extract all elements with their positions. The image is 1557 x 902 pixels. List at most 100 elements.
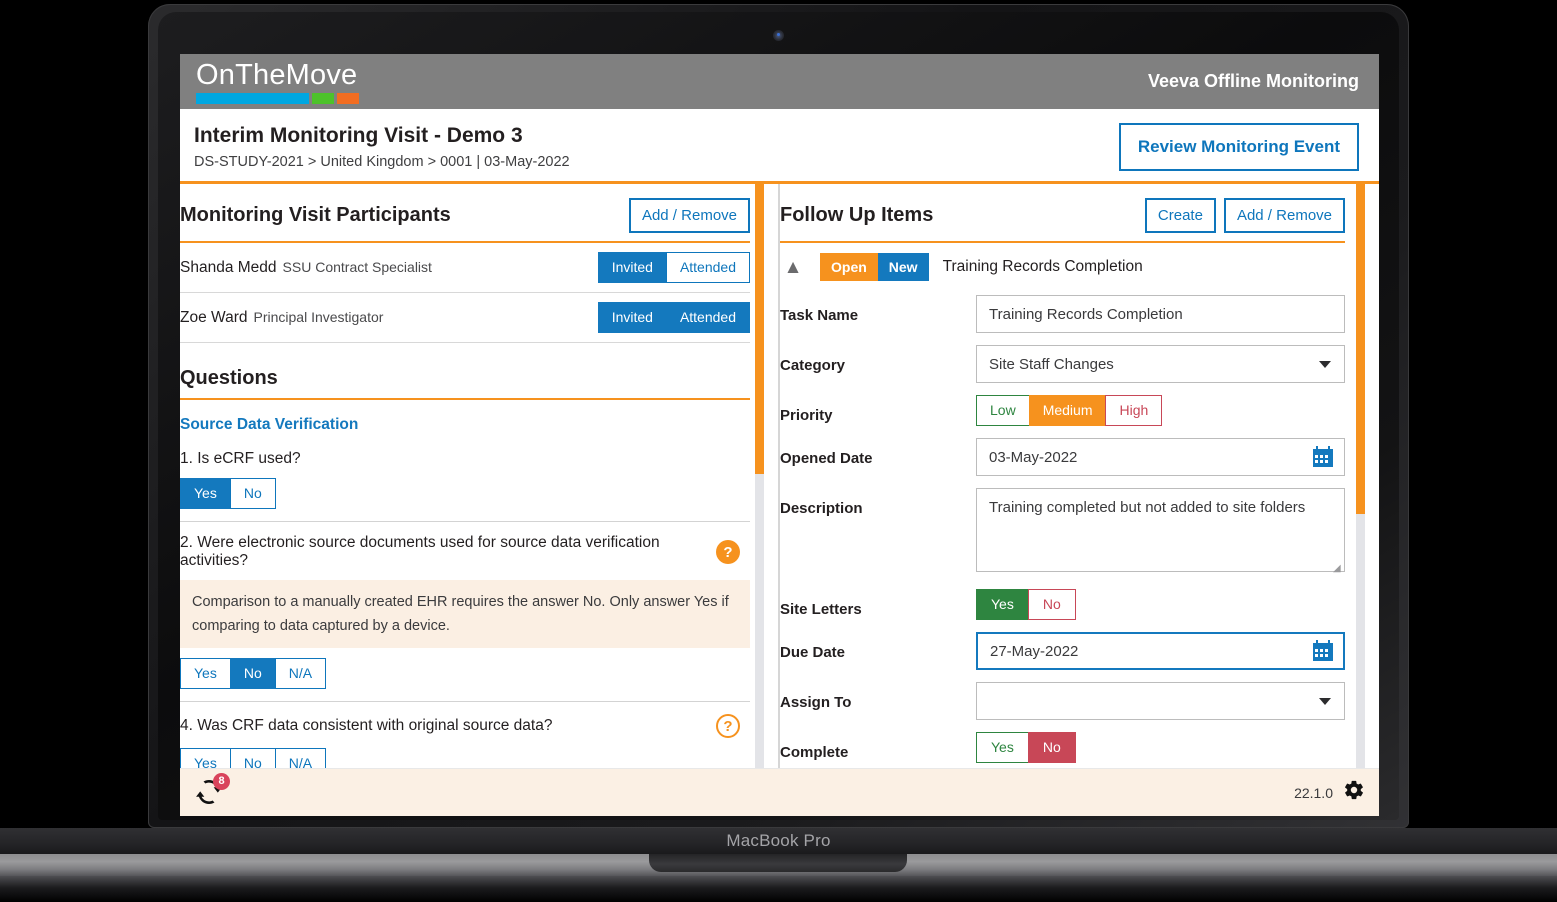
priority-low-button[interactable]: Low xyxy=(976,395,1030,426)
complete-no-button[interactable]: No xyxy=(1027,732,1076,763)
laptop-shadow xyxy=(0,876,1557,902)
answer-no-button[interactable]: No xyxy=(229,478,276,509)
question-answer-group: Yes No N/A xyxy=(180,658,750,689)
application-window: OnTheMove Veeva Offline Monitoring Inter… xyxy=(180,54,1379,816)
participants-header: Monitoring Visit Participants Add / Remo… xyxy=(180,184,750,241)
category-select[interactable] xyxy=(976,345,1345,383)
followup-create-button[interactable]: Create xyxy=(1144,198,1216,233)
assign-to-select[interactable] xyxy=(976,682,1345,720)
review-monitoring-event-button[interactable]: Review Monitoring Event xyxy=(1118,123,1359,171)
complete-yes-button[interactable]: Yes xyxy=(976,732,1029,763)
page-title: Interim Monitoring Visit - Demo 3 xyxy=(194,124,523,147)
priority-medium-button[interactable]: Medium xyxy=(1028,395,1107,426)
question-answer-group: Yes No xyxy=(180,478,750,509)
field-label: Due Date xyxy=(780,644,846,661)
brand-bar-green xyxy=(312,92,334,104)
state-badge[interactable]: New xyxy=(877,253,929,281)
answer-yes-button[interactable]: Yes xyxy=(180,748,231,768)
brand-logo: OnTheMove xyxy=(194,60,359,104)
left-panel-scrollbar-thumb[interactable] xyxy=(755,184,764,474)
app-header-bar: OnTheMove Veeva Offline Monitoring xyxy=(180,54,1379,109)
field-priority: Priority Low Medium High xyxy=(780,389,1345,432)
field-assign-to: Assign To xyxy=(780,676,1345,726)
answer-yes-button[interactable]: Yes xyxy=(180,658,231,689)
priority-toggle-group: Low Medium High xyxy=(976,395,1345,426)
right-panel: Follow Up Items Create Add / Remove ▲ Op… xyxy=(780,184,1379,768)
left-panel: Monitoring Visit Participants Add / Remo… xyxy=(180,184,778,768)
followup-add-remove-button[interactable]: Add / Remove xyxy=(1223,198,1345,233)
field-control xyxy=(976,295,1345,333)
field-control xyxy=(976,345,1345,383)
question-row: 1. Is eCRF used? xyxy=(180,438,750,478)
participants-title: Monitoring Visit Participants xyxy=(180,204,451,226)
question-note: Comparison to a manually created EHR req… xyxy=(180,580,750,648)
question-block: 1. Is eCRF used? Yes No xyxy=(180,438,750,522)
status-bar: 8 22.1.0 xyxy=(180,768,1379,816)
question-text: 4. Was CRF data consistent with original… xyxy=(180,717,553,734)
description-wrapper: ◢ xyxy=(976,488,1345,577)
answer-no-button[interactable]: No xyxy=(229,658,276,689)
field-label: Priority xyxy=(780,407,833,424)
breadcrumb: DS-STUDY-2021 > United Kingdom > 0001 | … xyxy=(194,154,570,170)
participant-role: SSU Contract Specialist xyxy=(282,258,432,275)
right-panel-scrollbar[interactable] xyxy=(1356,184,1365,768)
followup-item-title: Training Records Completion xyxy=(942,258,1143,275)
app-title: Veeva Offline Monitoring xyxy=(1147,71,1359,91)
field-due-date: Due Date xyxy=(780,626,1345,676)
participant-identity: Shanda Medd SSU Contract Specialist xyxy=(180,259,432,277)
opened-date-input[interactable] xyxy=(976,438,1345,476)
site-letters-yes-button[interactable]: Yes xyxy=(976,589,1029,620)
chevron-up-icon[interactable]: ▲ xyxy=(780,256,806,278)
participants-add-remove-button[interactable]: Add / Remove xyxy=(628,198,750,233)
page-header: Interim Monitoring Visit - Demo 3 DS-STU… xyxy=(180,109,1379,181)
version-label: 22.1.0 xyxy=(1294,784,1333,801)
calendar-icon[interactable] xyxy=(1312,640,1334,667)
field-label: Category xyxy=(780,357,846,374)
answer-na-button[interactable]: N/A xyxy=(274,658,327,689)
field-site-letters: Site Letters Yes No xyxy=(780,583,1345,626)
left-panel-scrollbar[interactable] xyxy=(755,184,764,768)
sync-button[interactable]: 8 xyxy=(194,772,230,809)
field-control: ◢ xyxy=(976,488,1345,577)
category-select-wrapper xyxy=(976,345,1345,383)
question-group-title: Source Data Verification xyxy=(180,416,359,433)
participant-role: Principal Investigator xyxy=(253,308,384,325)
site-letters-toggle-group: Yes No xyxy=(976,589,1345,620)
field-control xyxy=(976,438,1345,476)
field-control: Yes No xyxy=(976,732,1345,763)
participant-attended-button[interactable]: Attended xyxy=(665,252,750,283)
laptop-notch xyxy=(649,854,907,872)
content-area: Monitoring Visit Participants Add / Remo… xyxy=(180,181,1379,768)
field-complete: Complete Yes No xyxy=(780,726,1345,768)
help-icon[interactable]: ? xyxy=(716,540,740,564)
right-panel-scrollbar-thumb[interactable] xyxy=(1356,184,1365,514)
field-control: Low Medium High xyxy=(976,395,1345,426)
screen: OnTheMove Veeva Offline Monitoring Inter… xyxy=(180,54,1379,816)
participant-attended-button[interactable]: Attended xyxy=(665,302,750,333)
status-badge[interactable]: Open xyxy=(820,253,878,281)
gear-icon[interactable] xyxy=(1343,779,1365,806)
participant-invited-button[interactable]: Invited xyxy=(597,252,667,283)
priority-high-button[interactable]: High xyxy=(1105,395,1163,426)
task-name-input[interactable] xyxy=(976,295,1345,333)
complete-toggle-group: Yes No xyxy=(976,732,1345,763)
question-block: 4. Was CRF data consistent with original… xyxy=(180,702,750,768)
site-letters-no-button[interactable]: No xyxy=(1027,589,1076,620)
help-icon[interactable]: ? xyxy=(716,714,740,738)
participant-invited-button[interactable]: Invited xyxy=(597,302,667,333)
right-panel-scroll-content: Follow Up Items Create Add / Remove ▲ Op… xyxy=(780,184,1379,768)
table-row: Shanda Medd SSU Contract Specialist Invit… xyxy=(180,243,750,293)
questions-header: Questions xyxy=(180,343,750,398)
calendar-icon[interactable] xyxy=(1312,446,1334,473)
followup-header: Follow Up Items Create Add / Remove xyxy=(780,184,1345,241)
participant-name: Shanda Medd xyxy=(180,258,277,276)
due-date-input[interactable] xyxy=(976,632,1345,670)
answer-no-button[interactable]: No xyxy=(229,748,276,768)
participants-actions: Add / Remove xyxy=(628,198,750,233)
field-label: Task Name xyxy=(780,307,859,324)
field-label: Site Letters xyxy=(780,601,862,618)
status-bar-right: 22.1.0 xyxy=(1294,779,1365,806)
answer-na-button[interactable]: N/A xyxy=(274,748,327,768)
description-textarea[interactable] xyxy=(976,488,1345,572)
answer-yes-button[interactable]: Yes xyxy=(180,478,231,509)
